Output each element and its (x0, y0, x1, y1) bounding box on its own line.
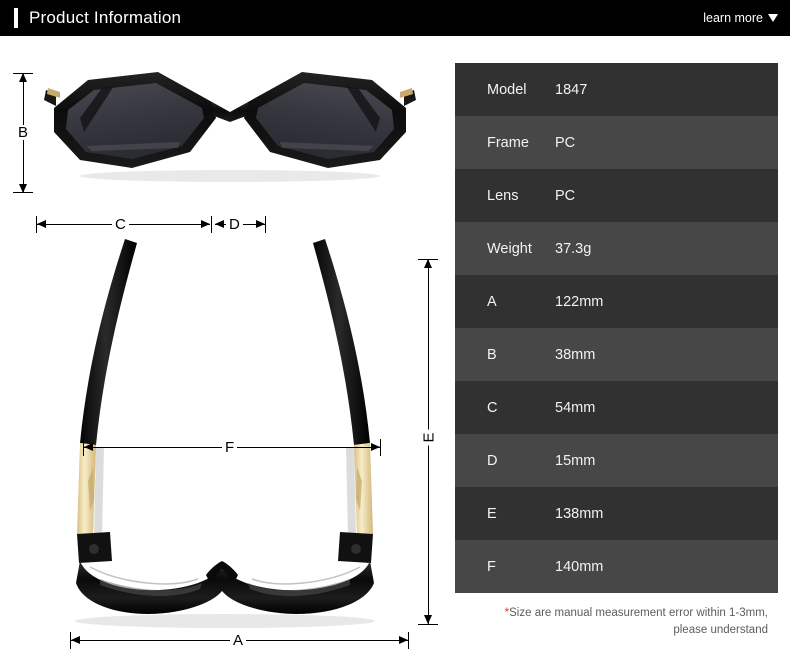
spec-value: 122mm (555, 293, 604, 310)
spec-key: B (487, 346, 497, 363)
dimension-arrow-a-right (399, 636, 408, 644)
dimension-arrow-e-bottom (424, 615, 432, 624)
table-row: B 38mm (455, 328, 778, 381)
dimension-arrow-d-left (215, 220, 224, 228)
dimension-arrow-d-right (256, 220, 265, 228)
dimension-tick-e-bottom (418, 624, 438, 625)
spec-value: 15mm (555, 452, 596, 469)
table-row: A 122mm (455, 275, 778, 328)
product-diagram: B C D F E A (0, 36, 455, 664)
dimension-arrow-c-right (201, 220, 210, 228)
specification-table: Model 1847 Frame PC Lens PC Weight 37.3g… (455, 63, 778, 593)
dimension-arrow-a-left (71, 636, 80, 644)
spec-key: A (487, 293, 497, 310)
spec-key: Model (487, 81, 527, 98)
spec-key: F (487, 558, 496, 575)
note-line-1: Size are manual measurement error within… (509, 607, 768, 619)
table-row: F 140mm (455, 540, 778, 593)
table-row: Model 1847 (455, 63, 778, 116)
dimension-tick-f-right (380, 439, 381, 456)
dimension-tick-b-bottom (13, 192, 33, 193)
dimension-arrow-f-left (84, 443, 93, 451)
dimension-arrow-c-left (37, 220, 46, 228)
table-row: E 138mm (455, 487, 778, 540)
spec-key: Lens (487, 187, 519, 204)
measurement-note: *Size are manual measurement error withi… (455, 604, 778, 638)
spec-key: Frame (487, 134, 529, 151)
spec-value: PC (555, 187, 576, 204)
spec-value: 37.3g (555, 240, 592, 257)
table-row: Weight 37.3g (455, 222, 778, 275)
learn-more-button[interactable]: learn more (703, 11, 778, 25)
spec-value: PC (555, 134, 576, 151)
spec-value: 38mm (555, 346, 596, 363)
spec-key: Weight (487, 240, 532, 257)
dimension-tick-a-right (408, 632, 409, 649)
dimension-label-f: F (222, 440, 238, 455)
sunglasses-top-view (75, 239, 375, 628)
dimension-arrow-e-top (424, 259, 432, 268)
page-title: Product Information (29, 8, 182, 27)
spec-value: 140mm (555, 558, 604, 575)
spec-value: 54mm (555, 399, 596, 416)
dimension-arrow-b-top (19, 73, 27, 82)
sunglasses-front-view (44, 72, 416, 182)
dimension-label-d: D (226, 217, 243, 232)
dimension-tick-e-top (418, 259, 438, 260)
dimension-label-b: B (15, 125, 32, 140)
header-bar: Product Information learn more (0, 0, 790, 36)
dimension-arrow-f-right (371, 443, 380, 451)
dimension-tick-f-left (83, 439, 84, 456)
dimension-label-a: A (230, 633, 247, 648)
chevron-down-icon (768, 14, 778, 22)
dimension-tick-a-left (70, 632, 71, 649)
title-accent-bar (14, 8, 18, 28)
dimension-label-c: C (112, 217, 129, 232)
spec-value: 138mm (555, 505, 604, 522)
spec-key: E (487, 505, 497, 522)
product-information-page: Product Information learn more B C D F E… (0, 0, 790, 664)
dimension-label-e: E (421, 429, 438, 446)
table-row: Lens PC (455, 169, 778, 222)
table-row: Frame PC (455, 116, 778, 169)
dimension-tick-b-top (13, 73, 33, 74)
table-row: C 54mm (455, 381, 778, 434)
learn-more-label: learn more (703, 11, 763, 25)
table-row: D 15mm (455, 434, 778, 487)
spec-value: 1847 (555, 81, 588, 98)
note-line-2: please understand (673, 623, 768, 636)
spec-key: D (487, 452, 498, 469)
spec-key: C (487, 399, 498, 416)
